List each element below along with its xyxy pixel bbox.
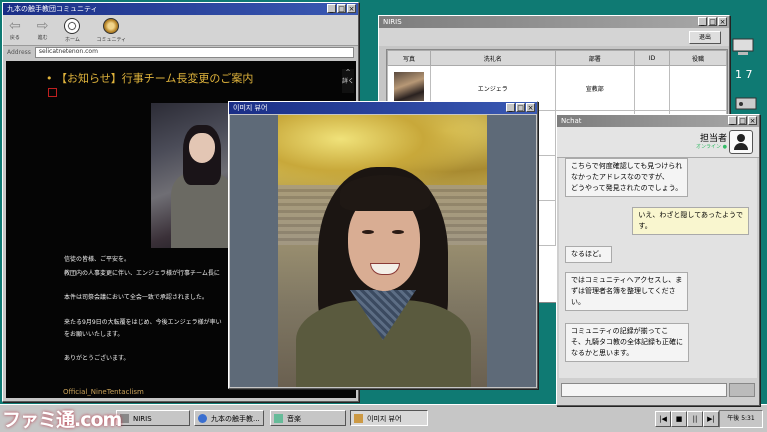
desktop-clock-fragment: 1 7 [735, 68, 753, 81]
message-bubble: コミュニティの記録が揃ってこ そ、九騎タコ教の全体記録も正確に なるかと思います。 [565, 323, 689, 362]
forward-button[interactable]: ⇨ 進む [36, 17, 49, 41]
browser-toolbar: ⇦ 戻る ⇨ 進む ホーム コミュニティ [3, 15, 358, 46]
column-header[interactable]: 部署 [554, 50, 635, 66]
close-button[interactable]: × [718, 17, 727, 26]
body-line: ありがとうございます。 [64, 355, 130, 362]
close-button[interactable]: × [748, 116, 757, 125]
browser-title: 九本の触手教団コミュニティ [7, 5, 98, 13]
maximize-button[interactable]: □ [738, 116, 747, 125]
chat-title: Nchat [561, 117, 582, 125]
message-bubble: こちらで何度確認しても見つけられ なかったアドレスなのですが、 どうやって発見された… [565, 158, 689, 197]
body-line: をお願いいたします。 [64, 331, 124, 338]
maximize-button[interactable]: □ [708, 17, 717, 26]
address-bar: Address selicatnetenon.com [3, 46, 358, 59]
chat-messages: こちらで何度確認しても見つけられ なかったアドレスなのですが、 どうやって発見された… [559, 158, 757, 378]
notice-title[interactable]: • 【お知らせ】行事チーム長変更のご案内 [46, 70, 253, 86]
chat-window[interactable]: Nchat _ □ × 担当者 オンライン ● こちらで何度確認しても見つけられ… [556, 114, 760, 406]
desktop-icon-pc[interactable] [732, 38, 758, 58]
maximize-button[interactable]: □ [337, 4, 346, 13]
browser-titlebar[interactable]: 九本の触手教団コミュニティ _ □ × [3, 3, 358, 15]
arrow-left-icon: ⇦ [9, 17, 21, 34]
message-bubble: ではコミュニティへアクセスし、ま ずは管理者名簿を整理してくださ い。 [565, 272, 689, 311]
minimize-button[interactable]: _ [698, 17, 707, 26]
viewer-title: 이미지 뷰어 [233, 104, 268, 112]
body-line: 来たる9月9日の大転覆をはじめ、今後エンジェラ様が率い [64, 319, 222, 326]
drive-icon [735, 97, 757, 110]
next-button[interactable]: ▶| [703, 411, 719, 427]
logout-button[interactable]: 退出 [689, 31, 721, 44]
globe-icon [198, 414, 207, 423]
portrait-photo [278, 115, 487, 387]
message-bubble: なるほど。 [565, 246, 612, 263]
column-header[interactable]: ID [633, 50, 671, 66]
niris-titlebar[interactable]: NIRIS _ □ × [379, 16, 729, 28]
niris-title: NIRIS [383, 18, 402, 26]
address-input[interactable]: selicatnetenon.com [34, 47, 354, 58]
gold-emblem-icon [103, 17, 120, 34]
chevron-up-icon: ^ [345, 69, 351, 76]
image-viewer-window[interactable]: 이미지 뷰어 _ □ × [228, 101, 538, 389]
column-header[interactable]: 役職 [669, 50, 727, 66]
scroll-top-button[interactable]: ^ 詳く [342, 69, 354, 93]
chat-header: 担当者 オンライン ● [557, 127, 759, 158]
system-clock: 午後 5:31 [719, 410, 763, 428]
community-emblem-button[interactable]: コミュニティ [96, 17, 126, 43]
minimize-button[interactable]: _ [728, 116, 737, 125]
pause-button[interactable]: || [687, 411, 703, 427]
arrow-right-icon: ⇨ [36, 17, 49, 34]
niris-header: 退出 [379, 28, 729, 46]
close-button[interactable]: × [347, 4, 356, 13]
message-input[interactable] [561, 383, 727, 397]
home-emblem-button[interactable]: ホーム [64, 17, 81, 43]
close-button[interactable]: × [526, 103, 535, 112]
body-line: 教団内の人事変更に伴い、エンジェラ様が行事チーム長に [64, 270, 220, 277]
taskbar-item-browser[interactable]: 九本の触手教... [194, 410, 264, 426]
image-icon [354, 414, 363, 423]
contact-status: オンライン ● [696, 144, 727, 150]
role-cell [669, 65, 727, 111]
column-header[interactable]: 写真 [387, 50, 431, 66]
message-bubble: いえ、わざと隠してあったようで す。 [632, 207, 749, 235]
viewer-titlebar[interactable]: 이미지 뷰어 _ □ × [229, 102, 537, 114]
minimize-button[interactable]: _ [327, 4, 336, 13]
desktop-icon-drive[interactable] [735, 94, 761, 114]
body-line: 本件は司祭会議において全会一致で承認されました。 [64, 294, 208, 301]
avatar-icon [729, 130, 753, 154]
app-icon [120, 414, 129, 423]
news-photo [151, 103, 233, 248]
computer-icon [732, 38, 754, 55]
footer-text: Official_NineTentaclism [63, 388, 144, 396]
broken-image-icon [48, 88, 57, 97]
viewer-canvas [230, 115, 536, 387]
watermark-logo: ファミ通.com [2, 409, 122, 431]
back-button[interactable]: ⇦ 戻る [9, 17, 21, 41]
address-label: Address [7, 49, 31, 56]
maximize-button[interactable]: □ [516, 103, 525, 112]
stop-button[interactable]: ■ [671, 411, 687, 427]
previous-button[interactable]: |◀ [655, 411, 671, 427]
taskbar-item-viewer[interactable]: 이미지 뷰어 [350, 410, 428, 426]
id-cell [633, 65, 671, 111]
taskbar-item-niris[interactable]: NIRIS [116, 410, 190, 426]
chat-titlebar[interactable]: Nchat _ □ × [557, 115, 759, 127]
taskbar-item-music[interactable]: 音楽 [270, 410, 346, 426]
body-line: 信徒の皆様、ご平安を。 [64, 256, 131, 263]
table-header: 写真 洗礼名 部署 ID 役職 [387, 50, 727, 66]
octopus-emblem-icon [64, 17, 81, 34]
column-header[interactable]: 洗礼名 [430, 50, 556, 66]
music-icon [274, 414, 283, 423]
send-button[interactable] [729, 383, 755, 397]
dept-cell: 宣教部 [554, 65, 635, 111]
minimize-button[interactable]: _ [506, 103, 515, 112]
member-photo [394, 72, 424, 104]
